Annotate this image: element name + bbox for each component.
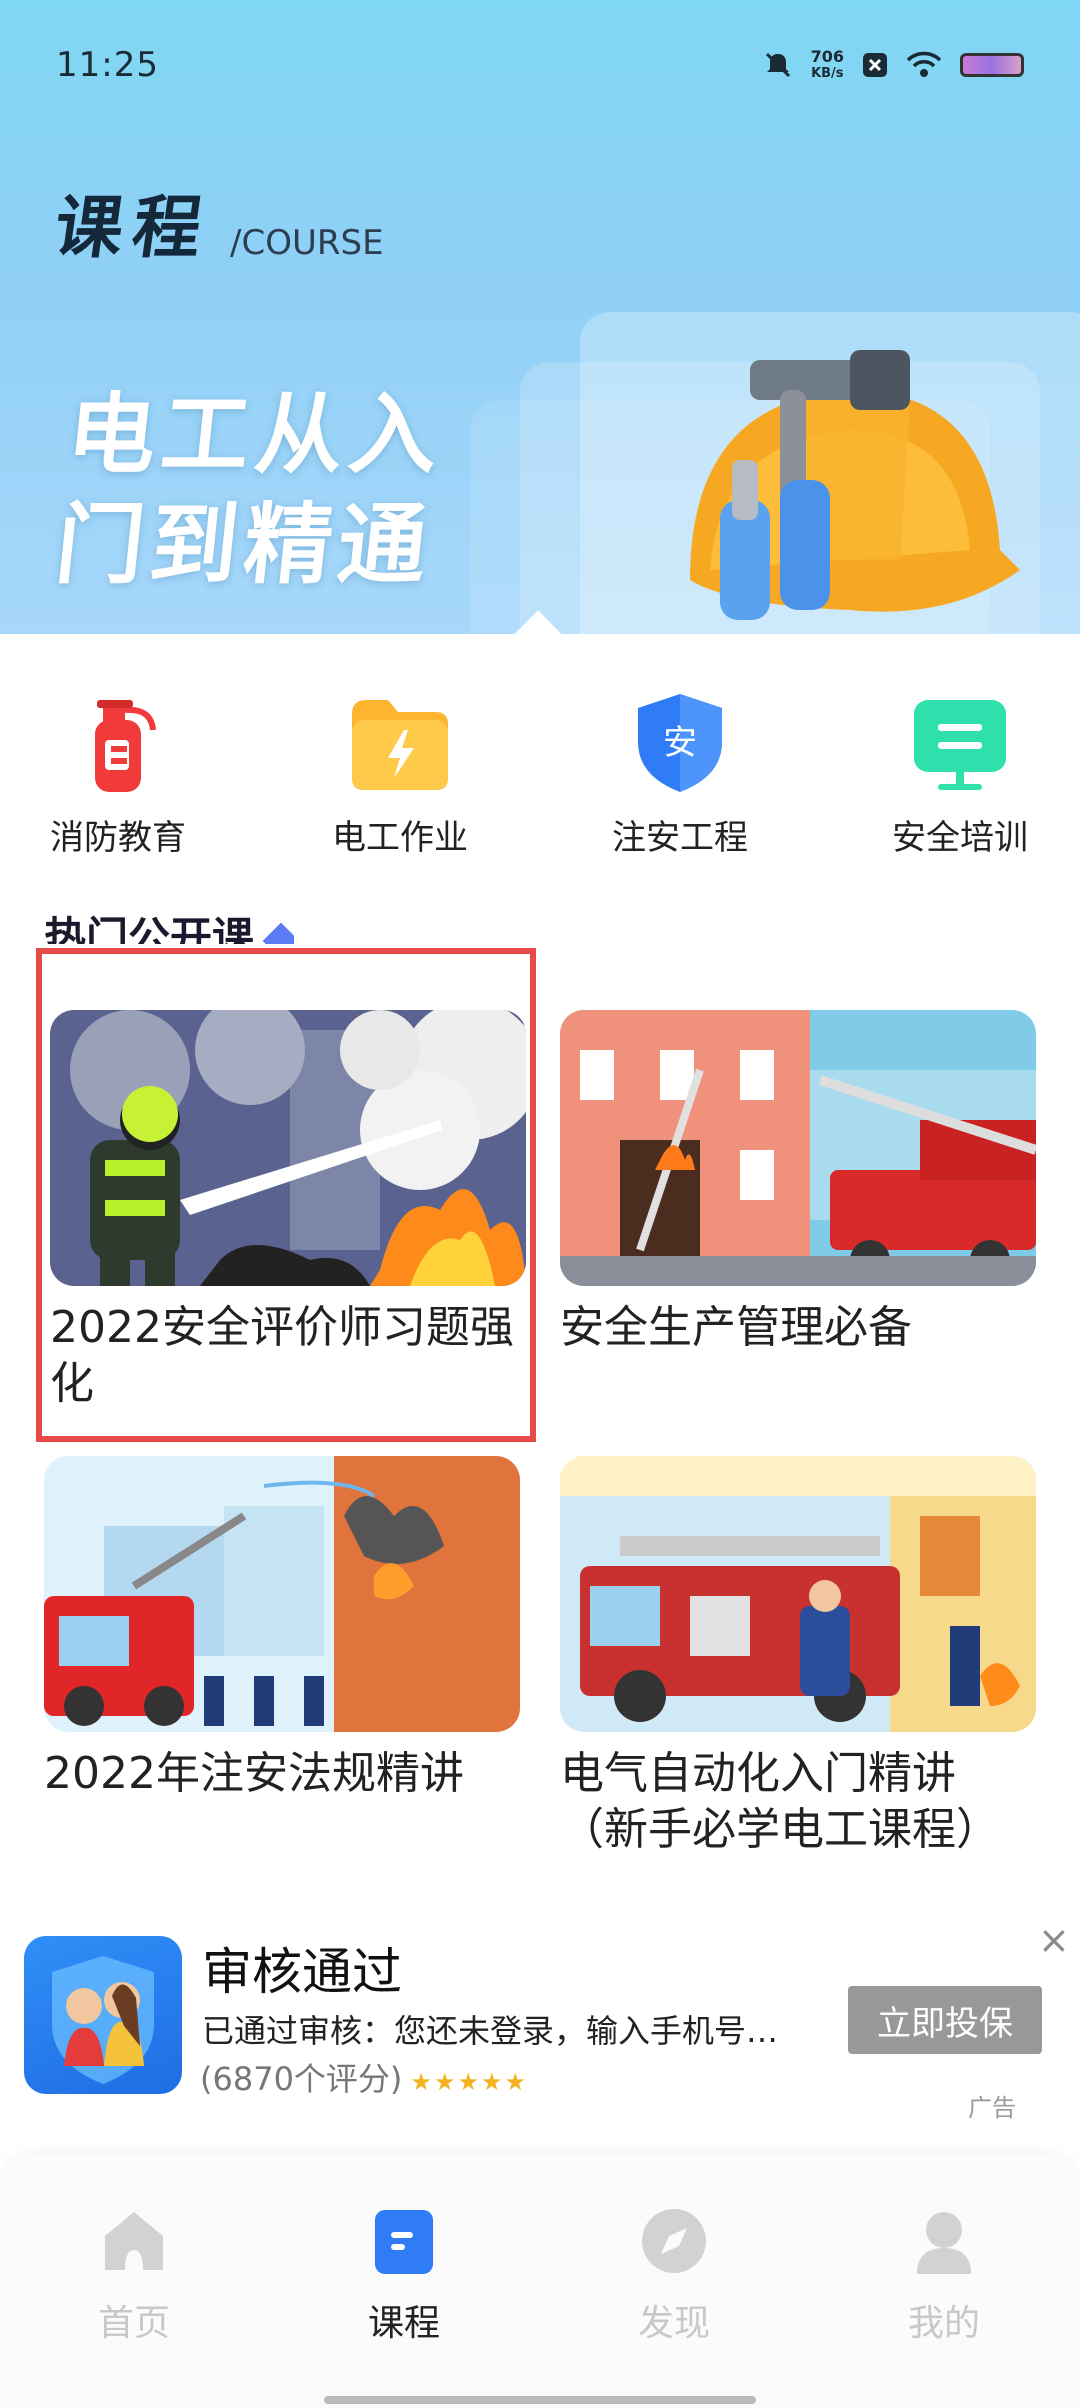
banner-headline[interactable]: 电工从入 门到精通 bbox=[50, 380, 449, 600]
nav-home[interactable]: 首页 bbox=[34, 2206, 234, 2346]
header-banner: 11:25 706 KB/s 课程 /COURSE 电工从入 门到精通 bbox=[0, 0, 1080, 660]
course-title: 2022年注安法规精讲 bbox=[44, 1748, 464, 1799]
wifi-icon bbox=[906, 51, 942, 77]
ad-app-icon bbox=[24, 1936, 182, 2094]
page-title: 课程 /COURSE bbox=[49, 189, 384, 268]
shield-badge-text: 安 bbox=[663, 723, 697, 763]
diamond-icon bbox=[262, 922, 295, 944]
course-card-4[interactable]: 电气自动化入门精讲（新手必学电工课程） bbox=[560, 1456, 1036, 1858]
nav-profile[interactable]: 我的 bbox=[844, 2206, 1044, 2346]
status-time: 11:25 bbox=[56, 45, 159, 85]
ad-insure-button[interactable]: 立即投保 bbox=[848, 1986, 1042, 2054]
course-title: 电气自动化入门精讲（新手必学电工课程） bbox=[560, 1748, 1000, 1855]
category-safety-training[interactable]: 安全培训 bbox=[860, 690, 1060, 859]
category-safety-engineering[interactable]: 安 注安工程 bbox=[580, 690, 780, 859]
ad-description: 已通过审核：您还未登录，输入手机号… bbox=[202, 2012, 779, 2050]
ad-banner[interactable]: 审核通过 已通过审核：您还未登录，输入手机号… (6870个评分) ★★★★★ 立… bbox=[0, 1918, 1080, 2122]
status-bar: 11:25 706 KB/s bbox=[56, 40, 1024, 90]
rating-stars-icon: ★★★★★ bbox=[410, 2068, 528, 2096]
network-speed: 706 KB/s bbox=[810, 47, 844, 81]
home-indicator[interactable] bbox=[324, 2396, 756, 2404]
ad-title: 审核通过 bbox=[202, 1943, 402, 2001]
mute-bell-icon bbox=[765, 52, 790, 78]
nav-discover[interactable]: 发现 bbox=[574, 2206, 774, 2346]
lightning-folder-icon bbox=[348, 690, 452, 794]
ad-label: 广告 bbox=[968, 2094, 1016, 2122]
course-title: 安全生产管理必备 bbox=[560, 1302, 912, 1353]
nav-courses[interactable]: 课程 bbox=[304, 2206, 504, 2346]
bottom-nav: 首页 课程 发现 我的 bbox=[0, 2156, 1080, 2408]
ad-rating: (6870个评分) ★★★★★ bbox=[200, 2060, 528, 2098]
selection-highlight-box bbox=[36, 948, 536, 1442]
course-card-3[interactable]: 2022年注安法规精讲 bbox=[44, 1456, 520, 1802]
category-electrician[interactable]: 电工作业 bbox=[300, 690, 500, 859]
course-thumbnail-fire-truck bbox=[560, 1456, 1036, 1732]
category-fire-education[interactable]: 消防教育 bbox=[18, 690, 218, 859]
category-grid: 消防教育 电工作业 安 注安工程 安全培训 bbox=[0, 690, 1080, 870]
ad-close-icon[interactable]: × bbox=[1038, 1918, 1070, 1962]
training-board-icon bbox=[908, 690, 1012, 794]
discover-compass-icon bbox=[642, 2209, 706, 2273]
course-thumbnail-firefighting-team bbox=[44, 1456, 520, 1732]
safety-shield-icon: 安 bbox=[628, 690, 732, 794]
section-title-hot-courses: 热门公开课 bbox=[44, 904, 295, 944]
home-icon bbox=[105, 2212, 163, 2270]
fire-extinguisher-icon bbox=[66, 690, 170, 794]
battery-icon bbox=[960, 53, 1024, 77]
course-card-2[interactable]: 安全生产管理必备 bbox=[560, 1010, 1036, 1356]
profile-icon bbox=[917, 2212, 971, 2274]
course-thumbnail-fire-rescue bbox=[560, 1010, 1036, 1286]
app-notification-icon bbox=[863, 53, 887, 77]
course-icon bbox=[375, 2210, 433, 2274]
helmet-tools-illustration bbox=[690, 350, 1020, 620]
